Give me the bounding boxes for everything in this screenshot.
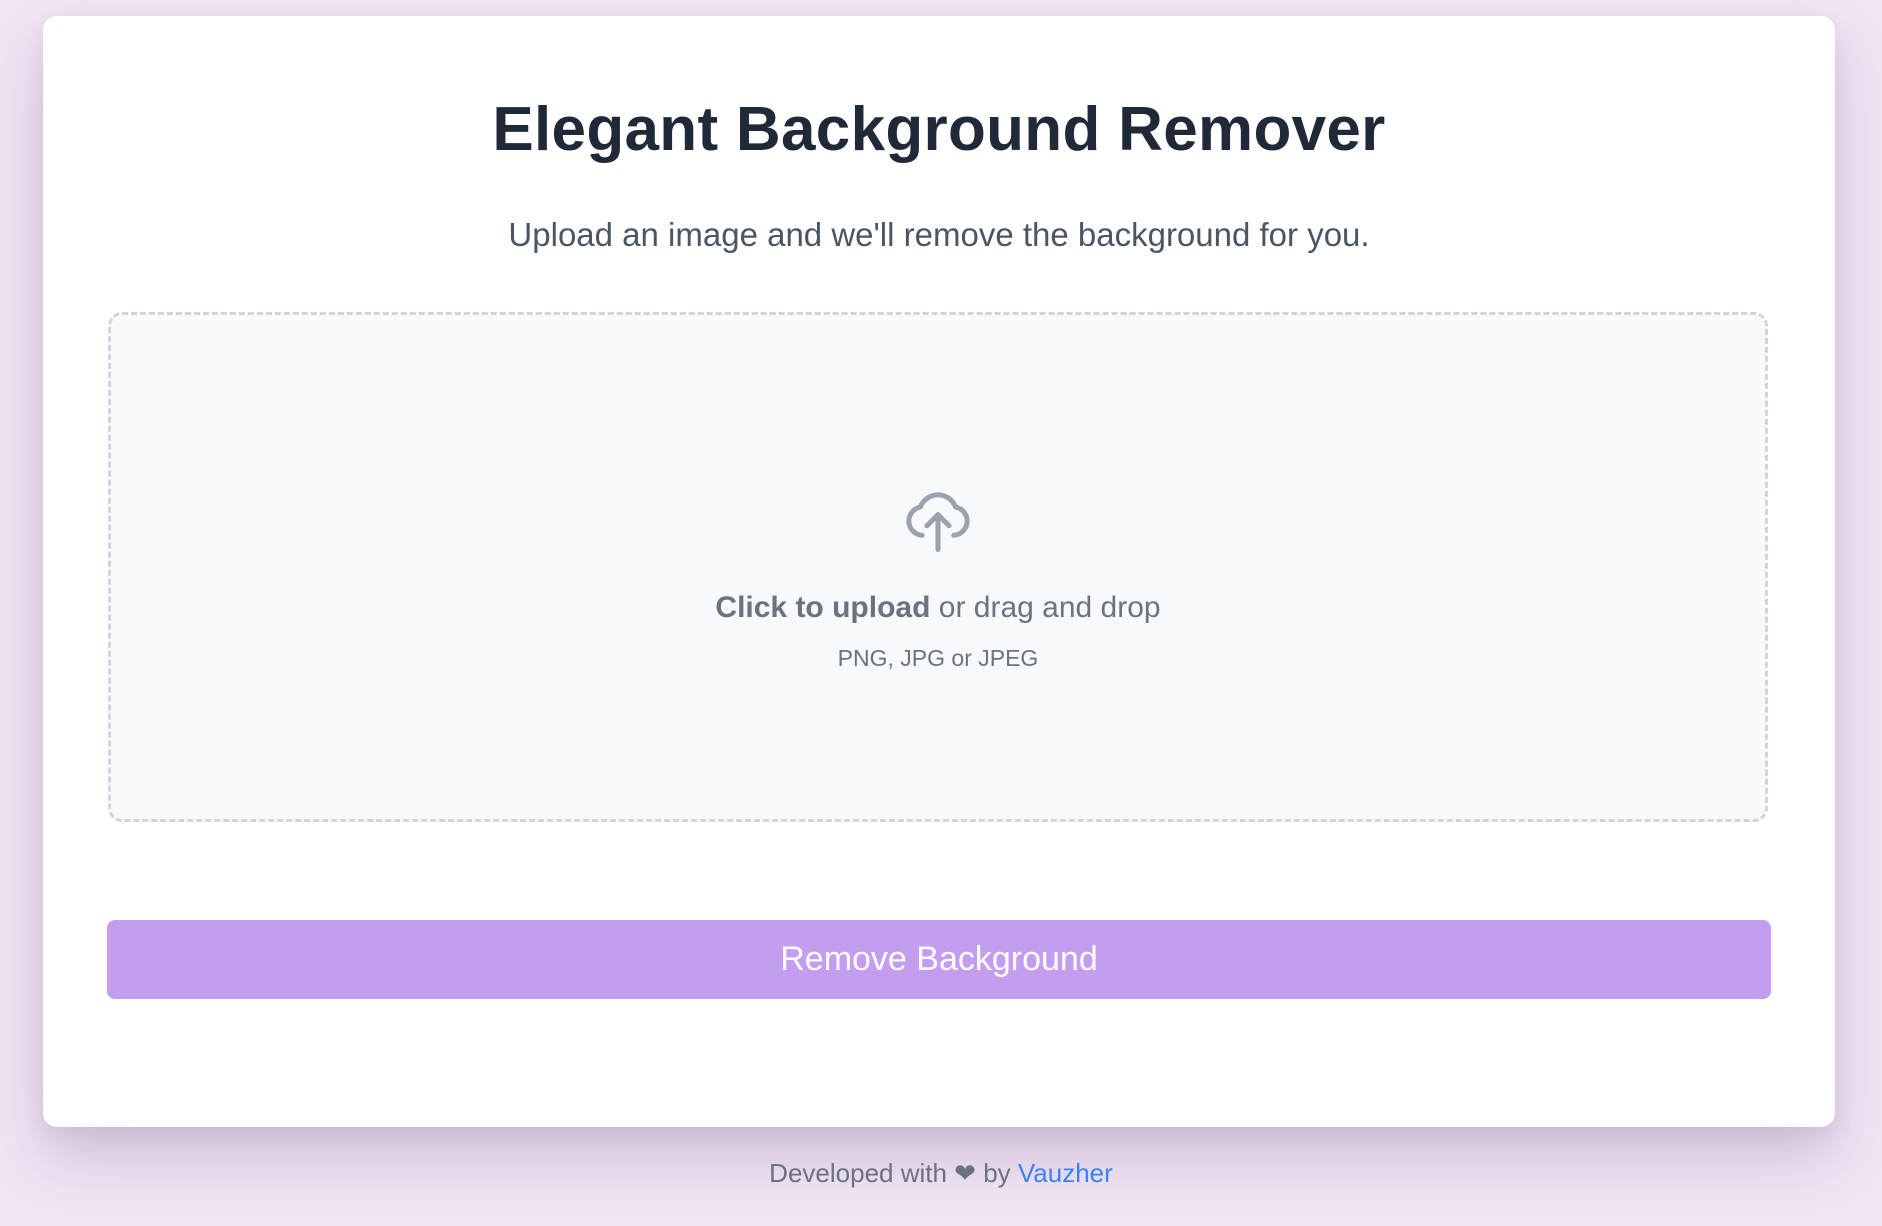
footer-by: by <box>975 1158 1018 1188</box>
accepted-formats-text: PNG, JPG or JPEG <box>837 645 1039 671</box>
heart-icon: ❤ <box>954 1158 976 1188</box>
main-card: Elegant Background Remover Upload an ima… <box>43 16 1835 1127</box>
footer: Developed with ❤ by Vauzher <box>0 1158 1882 1189</box>
click-to-upload-link[interactable]: Click to upload <box>715 591 930 624</box>
author-link[interactable]: Vauzher <box>1018 1158 1113 1188</box>
page-title: Elegant Background Remover <box>492 95 1386 164</box>
upload-dropzone[interactable]: Click to upload or drag and drop PNG, JP… <box>108 312 1768 822</box>
page-subtitle: Upload an image and we'll remove the bac… <box>508 216 1370 253</box>
remove-background-button[interactable]: Remove Background <box>107 920 1771 999</box>
drag-drop-text: or drag and drop <box>930 591 1161 624</box>
upload-instructions: Click to upload or drag and drop <box>111 591 1765 625</box>
footer-prefix: Developed with <box>769 1158 955 1188</box>
cloud-upload-icon <box>906 492 970 553</box>
